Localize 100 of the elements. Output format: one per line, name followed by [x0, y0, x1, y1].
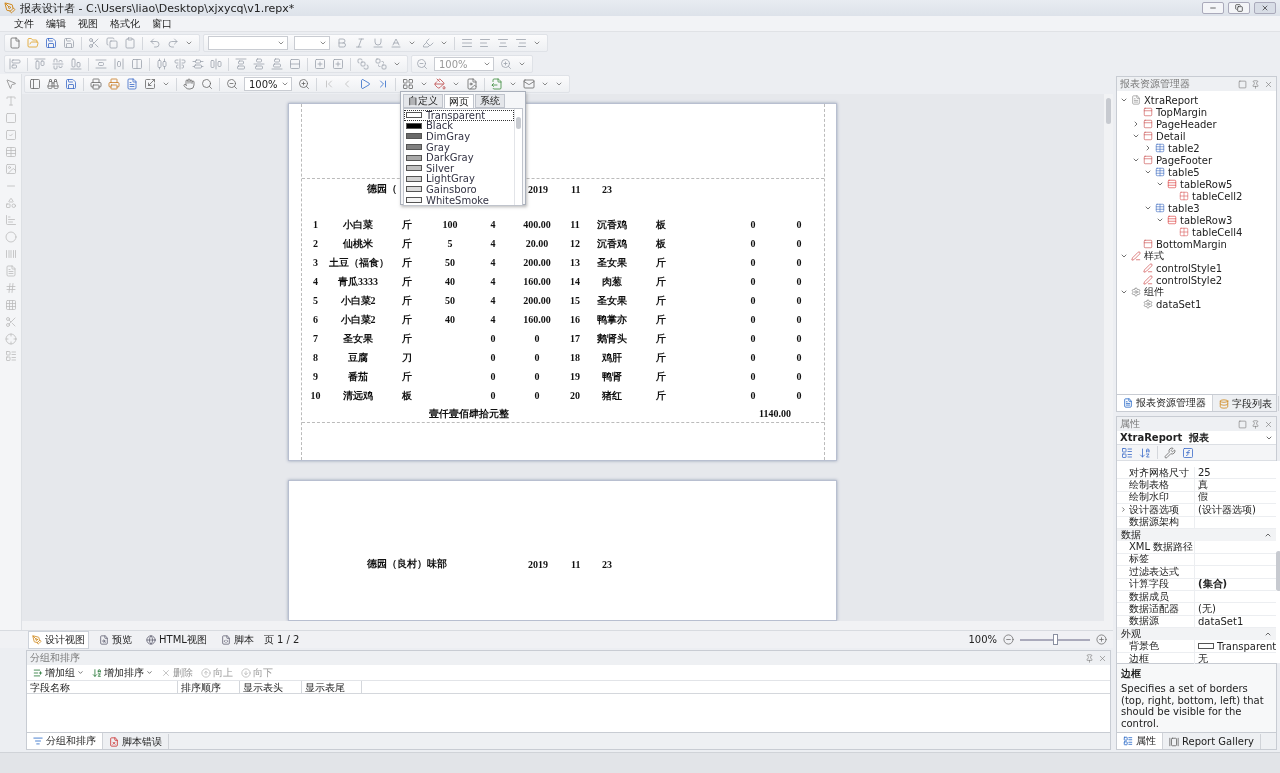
tree-item[interactable]: TopMargin [1156, 106, 1208, 118]
caret-icon[interactable] [483, 60, 491, 68]
table-icon[interactable] [4, 146, 17, 158]
scrollbar-thumb[interactable] [1276, 551, 1280, 591]
save-icon[interactable] [45, 37, 57, 49]
caret-icon[interactable] [277, 39, 285, 47]
menu-item[interactable]: 窗口 [152, 16, 172, 31]
folder-icon[interactable] [27, 37, 39, 49]
new-file-icon[interactable] [9, 37, 21, 49]
categorized-icon[interactable] [1121, 446, 1133, 459]
align-bottoms-icon[interactable] [70, 58, 82, 70]
view-tab[interactable]: 预览 [95, 630, 136, 649]
function-icon[interactable] [1182, 446, 1194, 459]
tree-item[interactable]: 样式 [1144, 249, 1164, 263]
tree-item[interactable]: dataSet1 [1156, 298, 1202, 310]
toolbar-button[interactable]: 增加排序 [92, 665, 153, 680]
property-value[interactable]: dataSet1 [1198, 615, 1244, 627]
caret-icon[interactable] [452, 80, 460, 88]
align-tops-icon[interactable] [34, 58, 46, 70]
property-value[interactable]: 假 [1198, 490, 1208, 505]
zoom-out-icon[interactable] [1003, 634, 1014, 645]
undo-icon[interactable] [149, 37, 161, 49]
tree-item[interactable]: tableCell2 [1192, 190, 1243, 202]
property-value[interactable]: Transparent [1217, 640, 1277, 652]
popup-tab[interactable]: 网页 [444, 94, 474, 108]
minimize-button[interactable] [1202, 2, 1224, 14]
page-break-icon[interactable] [4, 316, 17, 328]
page-setup-icon[interactable] [126, 78, 138, 90]
caret-icon[interactable] [509, 80, 517, 88]
color-option[interactable]: DimGray [404, 131, 514, 142]
same-size-icon[interactable] [131, 58, 143, 70]
tree-item[interactable]: tableCell4 [1192, 226, 1243, 238]
tree-item[interactable]: tableRow3 [1180, 214, 1233, 226]
tree-item[interactable]: tableRow5 [1180, 178, 1233, 190]
first-page-icon[interactable] [323, 78, 335, 90]
color-option[interactable]: Gainsboro [404, 184, 514, 195]
panel-tab[interactable]: 字段列表 [1213, 396, 1279, 411]
view-tab[interactable]: HTML视图 [142, 630, 211, 649]
color-option[interactable]: Transparent [404, 110, 514, 121]
center-icon[interactable] [174, 58, 186, 70]
justify-center-icon[interactable] [210, 58, 222, 70]
copy-icon[interactable] [106, 37, 118, 49]
zoom-in-icon[interactable] [298, 78, 310, 90]
caret-icon[interactable] [393, 60, 401, 68]
panel-tab[interactable]: 报表资源管理器 [1117, 395, 1213, 411]
align-right-icon[interactable] [515, 37, 527, 49]
scrollbar-thumb[interactable] [1106, 98, 1111, 124]
vertical-spacing-icon[interactable] [235, 58, 247, 70]
caret-icon[interactable] [319, 39, 327, 47]
image-icon[interactable] [4, 163, 17, 175]
same-height-icon[interactable] [113, 58, 125, 70]
slider-thumb[interactable] [1053, 633, 1058, 645]
document-map-icon[interactable] [29, 78, 41, 90]
close-icon[interactable] [1264, 419, 1273, 429]
color-option[interactable]: Silver [404, 162, 514, 174]
zoom-in-icon[interactable] [1096, 634, 1107, 645]
same-width-icon[interactable] [95, 58, 107, 70]
zoom-out-icon[interactable] [416, 58, 428, 70]
multiple-pages-icon[interactable] [402, 78, 414, 90]
menu-item[interactable]: 编辑 [46, 16, 66, 31]
tree-item[interactable]: controlStyle1 [1156, 262, 1223, 274]
list-icon[interactable] [4, 350, 17, 362]
cut-icon[interactable] [88, 37, 100, 49]
export-icon[interactable] [491, 78, 503, 90]
scale-icon[interactable] [144, 78, 156, 90]
close-button[interactable] [1254, 2, 1276, 14]
close-icon[interactable] [1264, 79, 1273, 89]
tree-item[interactable]: BottomMargin [1156, 238, 1227, 250]
font-color-icon[interactable] [390, 37, 402, 49]
color-option[interactable]: WhiteSmoke [404, 194, 514, 206]
grow-icon[interactable] [314, 58, 326, 70]
pin-icon[interactable] [1251, 79, 1260, 89]
color-option[interactable]: DarkGray [404, 152, 514, 163]
property-value[interactable]: (无) [1198, 602, 1216, 616]
font-name-field[interactable] [208, 36, 288, 50]
panel-tab[interactable]: Report Gallery [1163, 734, 1261, 749]
paste-icon[interactable] [124, 37, 136, 49]
label-icon[interactable] [4, 95, 17, 107]
pointer-icon[interactable] [4, 78, 17, 90]
horizontal-scrollbar[interactable] [22, 621, 1104, 630]
close-icon[interactable] [1098, 653, 1107, 663]
caret-icon[interactable] [281, 80, 289, 88]
tree-item[interactable]: table5 [1168, 166, 1200, 178]
menu-item[interactable]: 视图 [78, 16, 98, 31]
vertical-center-icon[interactable] [253, 58, 265, 70]
font-size-field[interactable] [294, 36, 330, 50]
property-value[interactable]: 真 [1198, 478, 1208, 493]
float-icon[interactable] [1238, 419, 1247, 429]
print-icon[interactable] [90, 78, 102, 90]
align-center-icon[interactable] [497, 37, 509, 49]
bold-icon[interactable] [336, 37, 348, 49]
align-lefts-icon[interactable] [9, 58, 21, 70]
menu-item[interactable]: 文件 [14, 16, 34, 31]
underline-icon[interactable] [372, 37, 384, 49]
restore-button[interactable] [1228, 2, 1250, 14]
view-tab[interactable]: 脚本 [216, 630, 258, 649]
zoom-in-icon[interactable] [500, 58, 512, 70]
zoom-out-icon[interactable] [226, 78, 238, 90]
color-option[interactable]: Black [404, 120, 514, 132]
rows-icon[interactable] [289, 58, 301, 70]
